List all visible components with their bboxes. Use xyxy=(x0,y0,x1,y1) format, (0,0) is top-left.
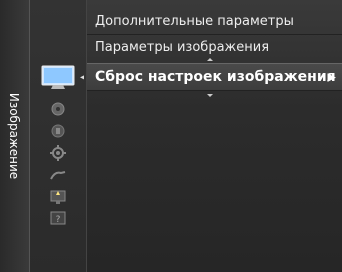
setup-gear-icon[interactable] xyxy=(30,142,86,164)
application-icon[interactable] xyxy=(30,186,86,208)
menu-item-advanced-settings[interactable]: Дополнительные параметры xyxy=(87,8,342,34)
menu-item-label: Параметры изображения xyxy=(95,39,270,55)
left-chevron-icon: ◂ xyxy=(80,72,85,82)
right-arrow-icon: ▶ xyxy=(327,70,336,84)
support-icon[interactable]: ? xyxy=(30,208,86,230)
tv-menu-screen: Изображение ? Дополнительные параметры П… xyxy=(0,0,342,272)
scroll-up-icon[interactable] xyxy=(207,58,213,61)
menu-item-label: Сброс настроек изображения xyxy=(95,69,336,85)
input-icon[interactable] xyxy=(30,164,86,186)
picture-tv-icon[interactable] xyxy=(30,62,86,92)
menu-item-picture-reset[interactable]: ◂ Сброс настроек изображения ▶ xyxy=(80,63,342,91)
channel-icon[interactable] xyxy=(30,120,86,142)
category-icon-column: ? xyxy=(30,0,87,272)
scroll-down-icon[interactable] xyxy=(207,94,213,97)
menu-item-label: Дополнительные параметры xyxy=(95,13,294,29)
svg-text:?: ? xyxy=(56,215,61,225)
sound-icon[interactable] xyxy=(30,98,86,120)
side-tab[interactable]: Изображение xyxy=(0,0,30,272)
menu-item-picture-options[interactable]: Параметры изображения xyxy=(87,34,342,60)
side-tab-label: Изображение xyxy=(7,92,21,180)
menu-list: Дополнительные параметры Параметры изобр… xyxy=(80,0,342,272)
